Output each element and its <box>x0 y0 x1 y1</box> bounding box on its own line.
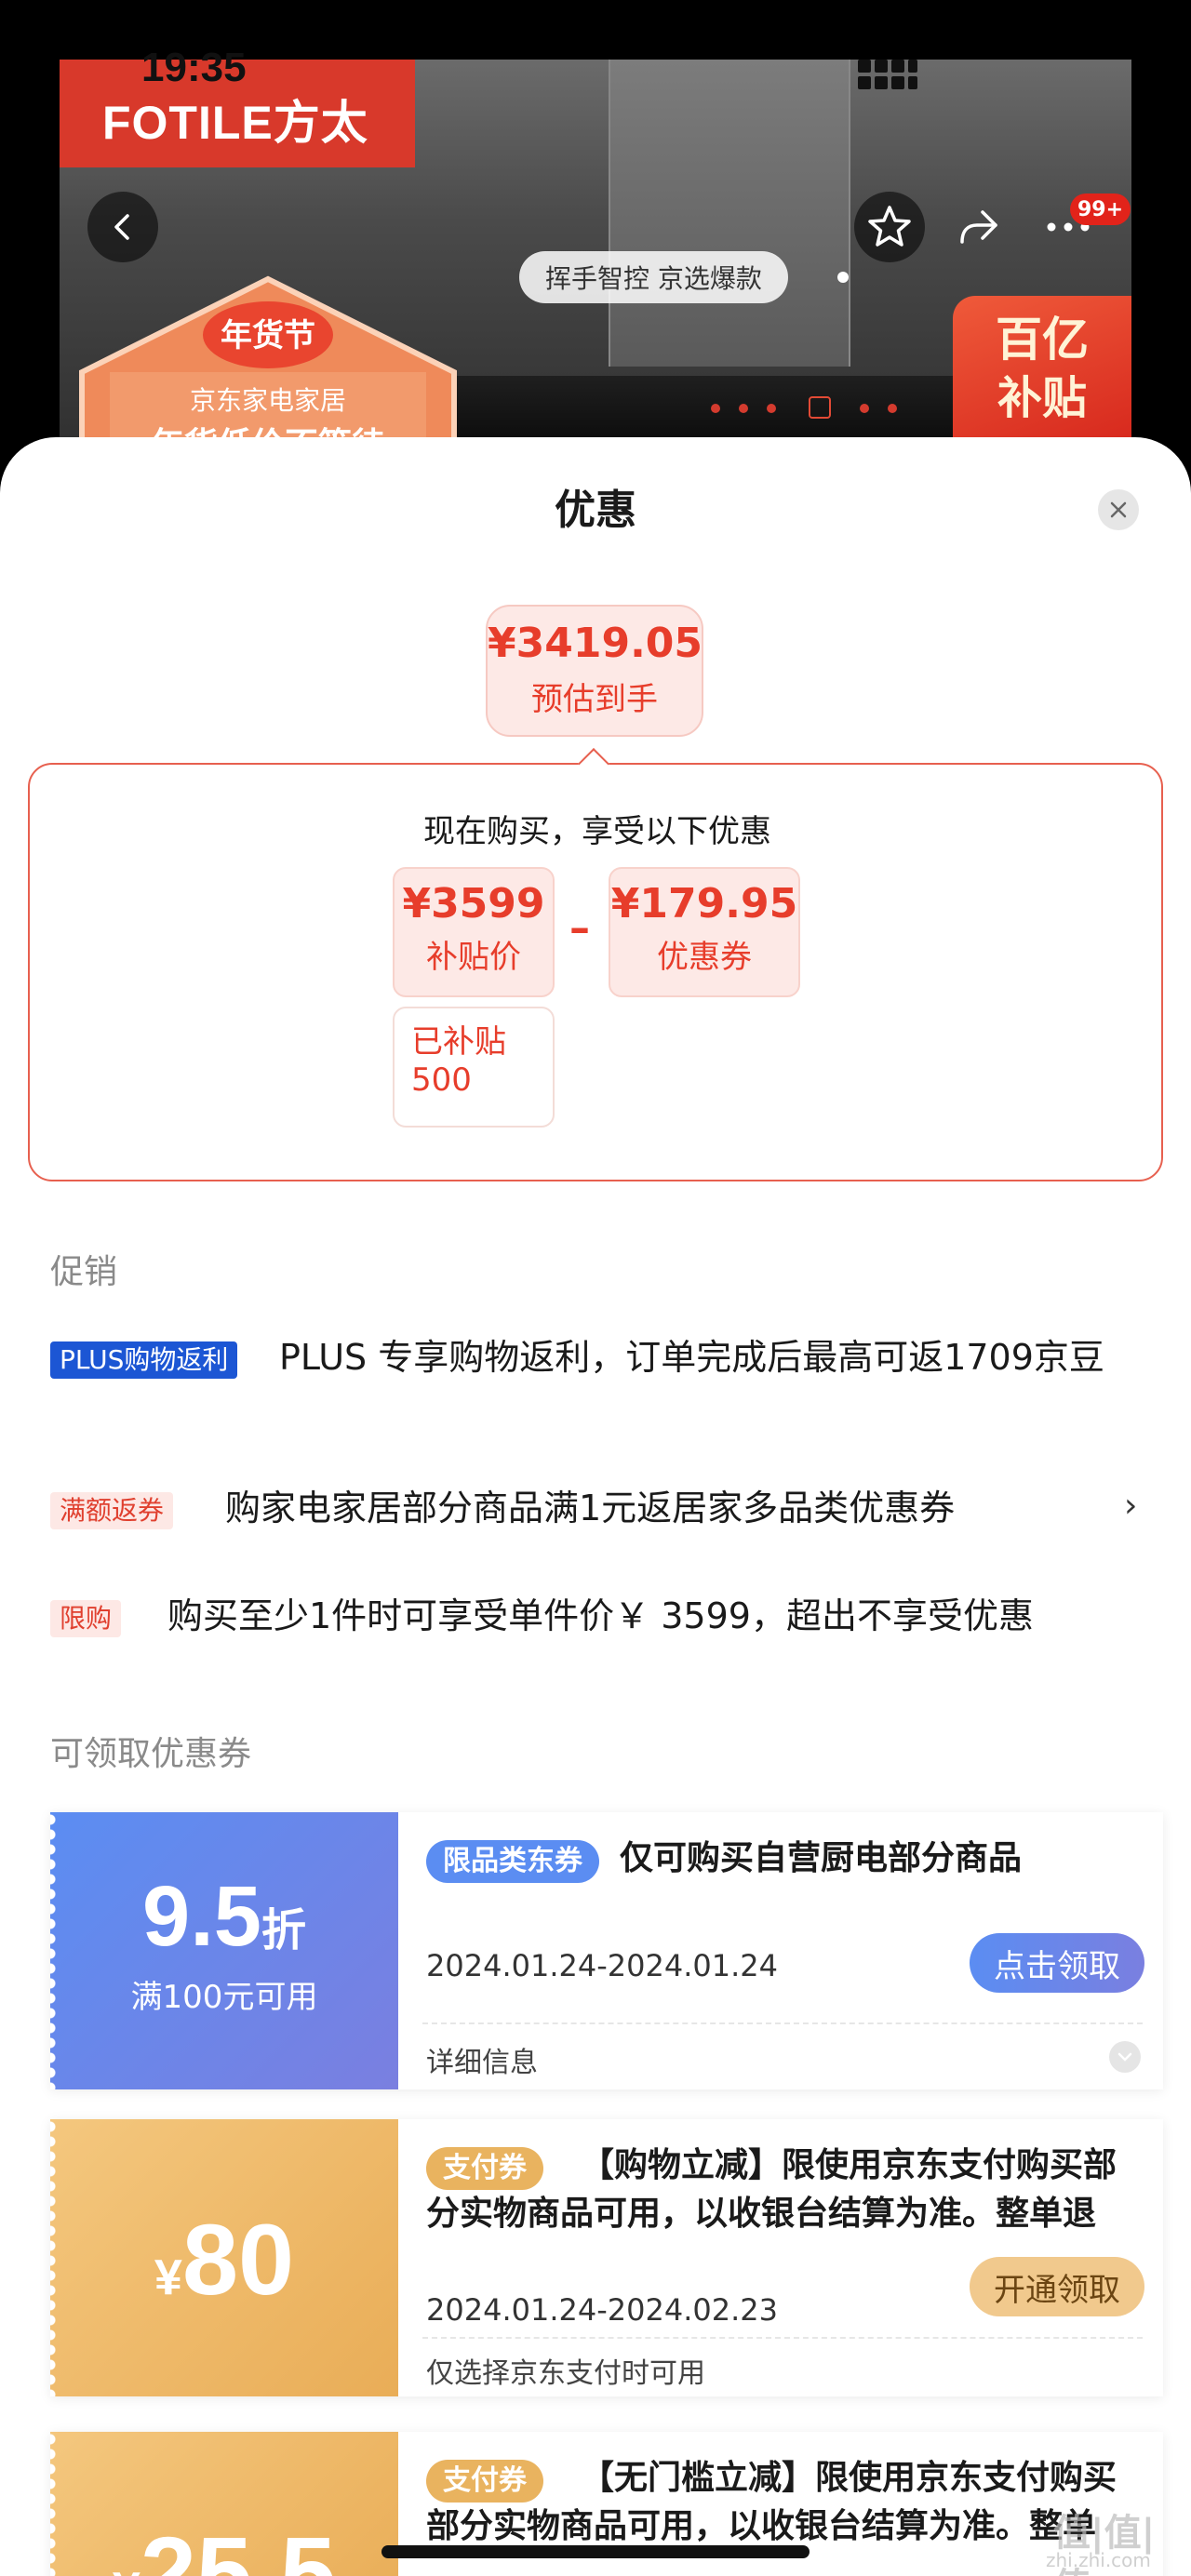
back-button[interactable] <box>87 192 158 262</box>
indicator-dot <box>860 404 869 413</box>
indicator-dot <box>888 404 897 413</box>
house-line1: 年货节 <box>221 317 315 354</box>
currency-symbol: ¥ <box>154 2249 182 2305</box>
coupon-discount-value: 9.5 <box>142 1869 261 1964</box>
coupon-card: 9.5折 满100元可用 限品类东券 仅可购买自营厨电部分商品 2024.01.… <box>50 1812 1163 2089</box>
indicator-dot <box>739 404 748 413</box>
coupon-value-panel: ¥80 <box>50 2119 398 2396</box>
promo-item[interactable]: 限购 购买至少1件时可享受单件价￥ 3599，超出不享受优惠 <box>50 1595 1148 1656</box>
power-icon <box>809 396 831 419</box>
subsidized-value: 500 <box>411 1061 472 1099</box>
product-image-area: FOTILE方太 19:35 99+ 挥手智控 京选爆款 年货节 京东家电家居 … <box>0 0 1191 465</box>
promo-tag: 满额返券 <box>50 1492 174 1529</box>
discount-sheet: 优惠 ¥3419.05 预估到手 现在购买，享受以下优惠 ¥3599 补贴价 –… <box>0 437 1191 2576</box>
status-time: 19:35 <box>141 45 247 90</box>
promotions-title: 促销 <box>50 1253 118 1291</box>
share-icon <box>960 210 997 244</box>
promo-text: 购买至少1件时可享受单件价￥ 3599，超出不享受优惠 <box>167 1595 1034 1636</box>
subsidy-badge: 百亿 补贴 <box>953 296 1131 445</box>
coupon-price-label: 优惠券 <box>657 939 752 976</box>
coupon-divider <box>422 2337 1143 2339</box>
coupon-date: 2024.01.24-2024.01.24 <box>426 1948 778 1983</box>
coupon-value-panel: 9.5折 满100元可用 <box>50 1812 398 2089</box>
chevron-down-icon <box>1117 2052 1132 2062</box>
coupon-title: 仅可购买自营厨电部分商品 <box>620 1839 1023 1877</box>
coupon-amount: ¥80 <box>50 2201 398 2317</box>
coupon-price-value: ¥179.95 <box>610 880 798 928</box>
estimated-price-label: 预估到手 <box>531 681 658 719</box>
subsidy-price-label: 补贴价 <box>426 939 521 976</box>
close-icon <box>1110 501 1127 518</box>
expand-detail-button[interactable] <box>1109 2041 1141 2073</box>
close-button[interactable] <box>1098 489 1139 530</box>
subsidized-amount-card: 已补贴 500 <box>393 1007 555 1128</box>
sheet-title: 优惠 <box>555 487 636 534</box>
chevron-right-icon: › <box>1124 1487 1138 1525</box>
watermark-domain: zhi.zhi.com <box>1046 2549 1151 2571</box>
new-year-festival-badge: 年货节 京东家电家居 年货低价不等待 <box>79 275 457 465</box>
coupon-amount: ¥25.5 <box>50 2514 398 2576</box>
pill-dot <box>837 272 849 283</box>
home-indicator <box>381 2545 810 2558</box>
coupon-discount: 9.5折 <box>50 1868 398 1966</box>
promo-text: PLUS 专享购物返利，订单完成后最高可返1709京豆 <box>279 1337 1104 1378</box>
coupon-title: 【购物立减】限使用京东支付购买部分实物商品可用，以收银台结算为准。整单退款... <box>426 2146 1117 2234</box>
promo-tag: 限购 <box>50 1600 122 1637</box>
subsidy-price-value: ¥3599 <box>402 880 545 928</box>
cart-count-badge: 99+ <box>1070 194 1131 225</box>
coupon-divider <box>422 2022 1143 2024</box>
breakdown-title: 现在购买，享受以下优惠 <box>423 813 771 850</box>
promo-tag: PLUS购物返利 <box>50 1341 238 1379</box>
coupon-discount-unit: 折 <box>261 1906 306 1955</box>
activate-claim-button[interactable]: 开通领取 <box>970 2257 1144 2316</box>
indicator-dot <box>767 404 776 413</box>
coupon-amount-value: 80 <box>181 2203 295 2316</box>
coupon-value-panel: ¥25.5 <box>50 2432 398 2576</box>
claim-coupon-button[interactable]: 点击领取 <box>970 1933 1144 1993</box>
estimated-price: ¥3419.05 <box>488 620 703 667</box>
star-icon <box>868 206 911 247</box>
chevron-left-icon <box>114 214 129 240</box>
indicator-dot <box>711 404 720 413</box>
promo-item[interactable]: 满额返券 购家电家居部分商品满1元返居家多品类优惠券 › <box>50 1487 1148 1548</box>
promo-item[interactable]: PLUS购物返利 PLUS 专享购物返利，订单完成后最高可返1709京豆 <box>50 1337 1148 1435</box>
estimated-price-card: ¥3419.05 预估到手 <box>486 605 703 737</box>
coupon-date: 2024.01.24-2024.02.23 <box>426 2292 778 2328</box>
hood-control-bar <box>432 376 1027 441</box>
coupon-title: 【无门槛立减】限使用京东支付购买部分实物商品可用，以收银台结算为准。整单退... <box>426 2459 1117 2546</box>
coupon-price-card: ¥179.95 优惠券 <box>609 867 800 997</box>
coupon-amount-value: 25.5 <box>140 2516 337 2576</box>
currency-symbol: ¥ <box>113 2562 141 2576</box>
promo-text: 购家电家居部分商品满1元返居家多品类优惠券 <box>225 1488 956 1528</box>
subsidy-price-card: ¥3599 补贴价 <box>393 867 555 997</box>
share-button[interactable] <box>943 192 1014 262</box>
brand-logo: FOTILE方太 <box>102 97 368 149</box>
subsidy-line2: 补贴 <box>997 372 1087 424</box>
subsidy-line1: 百亿 <box>996 313 1089 367</box>
signal-icon <box>858 60 919 89</box>
coupon-detail-link[interactable]: 详细信息 <box>426 2039 538 2080</box>
coupon-type-tag: 限品类东券 <box>426 1840 599 1883</box>
feature-pill[interactable]: 挥手智控 京选爆款 <box>519 251 788 303</box>
minus-sign: – <box>569 904 590 952</box>
favorite-button[interactable] <box>854 192 925 262</box>
hood-panel <box>609 60 850 367</box>
discount-breakdown: 现在购买，享受以下优惠 ¥3599 补贴价 – ¥179.95 优惠券 已补贴 … <box>28 763 1163 1181</box>
subsidized-label: 已补贴 <box>411 1023 506 1061</box>
coupon-condition: 满100元可用 <box>130 1979 318 2016</box>
coupon-note: 仅选择京东支付时可用 <box>426 2357 705 2390</box>
house-line2: 京东家电家居 <box>190 385 346 416</box>
coupons-title: 可领取优惠券 <box>50 1735 252 1773</box>
coupon-card: ¥80 支付券 【购物立减】限使用京东支付购买部分实物商品可用，以收银台结算为准… <box>50 2119 1163 2396</box>
